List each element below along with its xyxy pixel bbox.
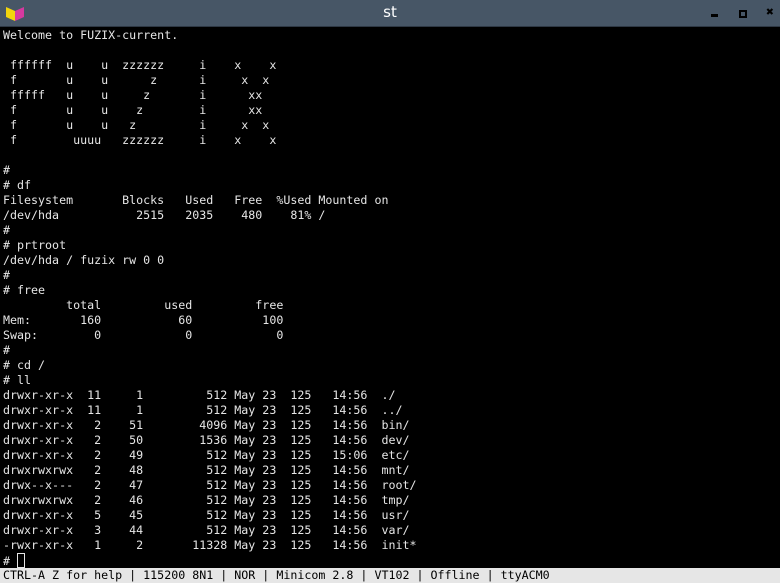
terminal-line: drwx--x--- 2 47 512 May 23 125 14:56 roo… bbox=[3, 478, 417, 492]
terminal-line: # prtroot bbox=[3, 238, 67, 252]
terminal-line: /dev/hda 2515 2035 480 81% / bbox=[3, 208, 326, 222]
close-button[interactable]: ✖ bbox=[762, 5, 778, 21]
minimize-button[interactable] bbox=[707, 5, 723, 21]
terminal-line: # bbox=[3, 343, 11, 357]
terminal-line: # bbox=[3, 163, 11, 177]
terminal-line: fffff u u z i xx bbox=[3, 88, 263, 102]
terminal-line: drwxr-xr-x 2 50 1536 May 23 125 14:56 de… bbox=[3, 433, 410, 447]
terminal-line: # bbox=[3, 223, 11, 237]
terminal-line: drwxr-xr-x 3 44 512 May 23 125 14:56 var… bbox=[3, 523, 410, 537]
terminal-line: f u u z i xx bbox=[3, 103, 263, 117]
title-bar[interactable]: st ✖ bbox=[0, 0, 780, 27]
terminal-line: Mem: 160 60 100 bbox=[3, 313, 284, 327]
terminal-line: drwxr-xr-x 11 1 512 May 23 125 14:56 ./ bbox=[3, 388, 396, 402]
minicom-status-bar: CTRL-A Z for help | 115200 8N1 | NOR | M… bbox=[0, 568, 780, 583]
shell-prompt: # bbox=[3, 554, 11, 568]
terminal-line: Filesystem Blocks Used Free %Used Mounte… bbox=[3, 193, 389, 207]
terminal-line: drwxr-xr-x 2 49 512 May 23 125 15:06 etc… bbox=[3, 448, 410, 462]
terminal-line: /dev/hda / fuzix rw 0 0 bbox=[3, 253, 165, 267]
terminal-line: Welcome to FUZIX-current. bbox=[3, 28, 179, 42]
terminal-line: drwxr-xr-x 11 1 512 May 23 125 14:56 ../ bbox=[3, 403, 403, 417]
terminal-line: f u u z i x x bbox=[3, 73, 270, 87]
terminal-line: Swap: 0 0 0 bbox=[3, 328, 284, 342]
terminal-line: # ll bbox=[3, 373, 32, 387]
terminal-line: drwxrwxrwx 2 48 512 May 23 125 14:56 mnt… bbox=[3, 463, 410, 477]
terminal-line: ffffff u u zzzzzz i x x bbox=[3, 58, 277, 72]
maximize-button[interactable] bbox=[735, 5, 751, 21]
terminal-line: drwxr-xr-x 5 45 512 May 23 125 14:56 usr… bbox=[3, 508, 410, 522]
terminal-line: # bbox=[3, 268, 11, 282]
text-cursor bbox=[17, 553, 26, 568]
terminal-line: # free bbox=[3, 283, 46, 297]
terminal-line: -rwxr-xr-x 1 2 11328 May 23 125 14:56 in… bbox=[3, 538, 417, 552]
terminal-line: total used free bbox=[3, 298, 284, 312]
prompt-line[interactable]: # bbox=[3, 553, 780, 568]
terminal-line: f uuuu zzzzzz i x x bbox=[3, 133, 277, 147]
terminal-line: drwxrwxrwx 2 46 512 May 23 125 14:56 tmp… bbox=[3, 493, 410, 507]
terminal-line: drwxr-xr-x 2 51 4096 May 23 125 14:56 bi… bbox=[3, 418, 410, 432]
terminal-line: f u u z i x x bbox=[3, 118, 270, 132]
window-title: st bbox=[383, 3, 397, 21]
terminal-line: # df bbox=[3, 178, 32, 192]
terminal-line: # cd / bbox=[3, 358, 46, 372]
terminal-output[interactable]: Welcome to FUZIX-current. ffffff u u zzz… bbox=[3, 28, 780, 568]
